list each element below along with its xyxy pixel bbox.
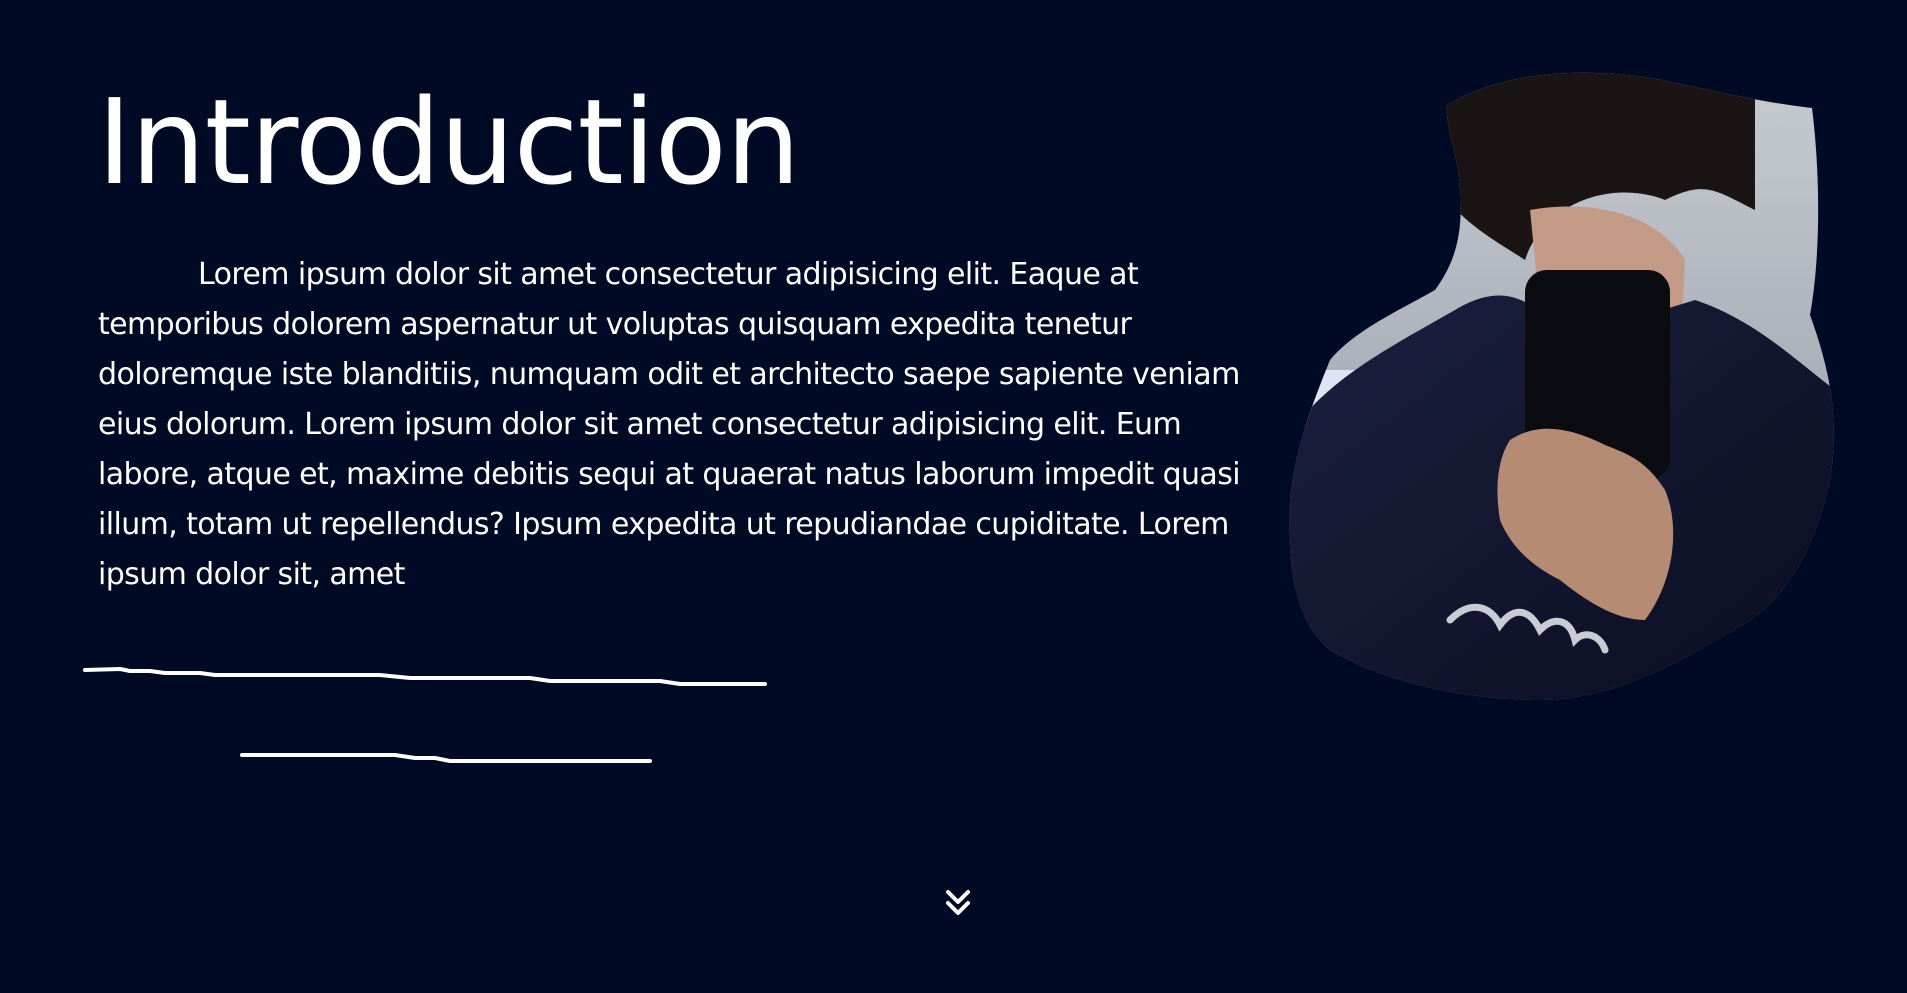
scribble-line-top [83, 667, 767, 686]
double-chevron-down-icon[interactable] [940, 884, 976, 920]
hand-drawn-underline-icon [83, 667, 767, 763]
intro-section: Introduction Lorem ipsum dolor sit amet … [0, 0, 1907, 993]
page-title: Introduction [97, 73, 801, 211]
scribble-line-bottom [240, 753, 652, 763]
intro-paragraph: Lorem ipsum dolor sit amet consectetur a… [98, 257, 1241, 592]
profile-portrait-image [1289, 72, 1834, 701]
